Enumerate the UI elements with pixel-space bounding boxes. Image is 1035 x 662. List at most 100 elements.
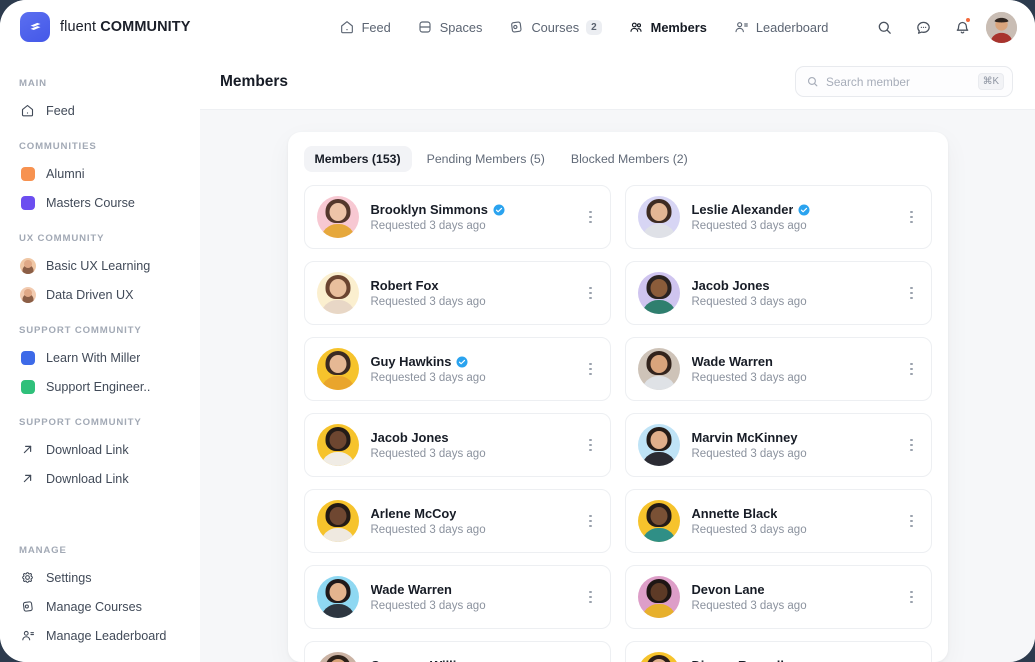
member-options-menu-icon[interactable] — [580, 204, 602, 230]
sidebar-item-download-link-2[interactable]: Download Link — [0, 464, 200, 493]
tab-pending-members[interactable]: Pending Members (5) — [416, 146, 556, 172]
notifications-button[interactable] — [947, 12, 977, 42]
sidebar-item-alumni[interactable]: Alumni — [0, 159, 200, 188]
member-avatar — [317, 424, 359, 466]
member-card[interactable]: Annette Black Requested 3 days ago — [625, 489, 932, 553]
nav-item-members[interactable]: Members — [628, 19, 707, 35]
sidebar-item-settings[interactable]: Settings — [0, 563, 200, 592]
member-card[interactable]: Marvin McKinneyRequested 3 days ago — [625, 413, 932, 477]
member-request-meta: Requested 3 days ago — [692, 524, 889, 536]
member-name: Wade Warren — [692, 354, 773, 369]
sidebar-item-basic-ux-learning[interactable]: Basic UX Learning — [0, 251, 200, 280]
member-card[interactable]: Robert FoxRequested 3 days ago — [304, 261, 611, 325]
member-name: Devon Lane — [692, 582, 765, 597]
member-card[interactable]: Dianne RussellRequested 3 days ago — [625, 641, 932, 662]
member-card[interactable]: Arlene McCoyRequested 3 days ago — [304, 489, 611, 553]
avatar-face — [650, 203, 667, 221]
members-scroll-area[interactable]: Members (153) Pending Members (5) Blocke… — [200, 110, 1035, 662]
sidebar-item-label: Alumni — [46, 167, 85, 181]
member-card[interactable]: Cameron WilliamsonRequested 3 days ago — [304, 641, 611, 662]
member-options-menu-icon[interactable] — [901, 280, 923, 306]
tab-blocked-members[interactable]: Blocked Members (2) — [560, 146, 699, 172]
member-card[interactable]: Wade WarrenRequested 3 days ago — [304, 565, 611, 629]
member-options-menu-icon[interactable] — [901, 204, 923, 230]
tab-members[interactable]: Members (153) — [304, 146, 412, 172]
sidebar-group-heading: SUPPORT COMMUNITY — [0, 407, 200, 435]
member-name: Jacob Jones — [692, 278, 770, 293]
member-options-menu-icon[interactable] — [580, 584, 602, 610]
member-info: Dianne RussellRequested 3 days ago — [692, 658, 889, 662]
color-swatch-icon — [19, 194, 36, 211]
nav-item-courses[interactable]: Courses 2 — [508, 19, 601, 35]
avatar-body — [642, 376, 676, 390]
member-name-row: Jacob Jones — [371, 430, 568, 445]
sidebar-item-manage-courses[interactable]: Manage Courses — [0, 592, 200, 621]
sidebar-item-support-engineer[interactable]: Support Engineer.. — [0, 372, 200, 401]
member-card[interactable]: Leslie AlexanderRequested 3 days ago — [625, 185, 932, 249]
nav-item-leaderboard[interactable]: Leaderboard — [733, 19, 829, 35]
member-avatar — [638, 424, 680, 466]
avatar-body — [321, 376, 355, 390]
member-card[interactable]: Jacob Jones Requested 3 days ago — [625, 261, 932, 325]
app-window: fluent COMMUNITY Feed Spaces Courses — [0, 0, 1035, 662]
member-options-menu-icon[interactable] — [901, 584, 923, 610]
member-name: Arlene McCoy — [371, 506, 457, 521]
sidebar-item-masters-course[interactable]: Masters Course — [0, 188, 200, 217]
member-options-menu-icon[interactable] — [580, 356, 602, 382]
member-card[interactable]: Brooklyn SimmonsRequested 3 days ago — [304, 185, 611, 249]
member-name-row: Jacob Jones — [692, 278, 889, 293]
nav-item-label: Spaces — [440, 20, 483, 35]
brand-logo[interactable]: fluent COMMUNITY — [20, 12, 310, 42]
avatar-body — [642, 528, 676, 542]
member-options-menu-icon[interactable] — [580, 280, 602, 306]
sidebar-item-manage-leaderboard[interactable]: Manage Leaderboard — [0, 621, 200, 650]
sidebar-item-label: Settings — [46, 571, 92, 585]
nav-item-label: Members — [651, 20, 707, 35]
nav-item-spaces[interactable]: Spaces — [417, 19, 483, 35]
member-name-row: Annette Black — [692, 506, 889, 521]
nav-item-label: Leaderboard — [756, 20, 829, 35]
sidebar-item-download-link-1[interactable]: Download Link — [0, 435, 200, 464]
brand-name: fluent COMMUNITY — [60, 19, 191, 35]
member-search-box[interactable]: ⌘K — [795, 66, 1013, 97]
sidebar-item-data-driven-ux[interactable]: Data Driven UX — [0, 280, 200, 309]
member-card[interactable]: Jacob JonesRequested 3 days ago — [304, 413, 611, 477]
member-name: Guy Hawkins — [371, 354, 452, 369]
page-title: Members — [220, 73, 288, 91]
member-info: Leslie AlexanderRequested 3 days ago — [692, 202, 889, 232]
avatar-body — [642, 452, 676, 466]
member-info: Marvin McKinneyRequested 3 days ago — [692, 430, 889, 460]
member-name: Cameron Williamson — [371, 658, 498, 662]
member-options-menu-icon[interactable] — [580, 508, 602, 534]
member-options-menu-icon[interactable] — [901, 432, 923, 458]
top-actions — [857, 12, 1017, 43]
member-info: Robert FoxRequested 3 days ago — [371, 278, 568, 308]
member-card[interactable]: Guy HawkinsRequested 3 days ago — [304, 337, 611, 401]
member-card[interactable]: Wade WarrenRequested 3 days ago — [625, 337, 932, 401]
member-options-menu-icon[interactable] — [901, 356, 923, 382]
member-card[interactable]: Devon LaneRequested 3 days ago — [625, 565, 932, 629]
search-input[interactable] — [826, 75, 971, 89]
member-options-menu-icon[interactable] — [580, 432, 602, 458]
member-options-menu-icon[interactable] — [901, 508, 923, 534]
sidebar-item-learn-with-miller[interactable]: Learn With Miller — [0, 343, 200, 372]
search-button[interactable] — [869, 12, 899, 42]
member-request-meta: Requested 3 days ago — [371, 220, 568, 232]
member-avatar — [317, 272, 359, 314]
avatar-face — [650, 279, 667, 297]
sidebar-group-support-community: SUPPORT COMMUNITY Learn With Miller Supp… — [0, 315, 200, 401]
sidebar-spacer — [0, 499, 200, 535]
member-avatar — [638, 348, 680, 390]
member-request-meta: Requested 3 days ago — [692, 296, 889, 308]
member-name: Dianne Russell — [692, 658, 784, 662]
sidebar-group-heading: COMMUNITIES — [0, 131, 200, 159]
nav-item-feed[interactable]: Feed — [339, 19, 391, 35]
members-panel: Members (153) Pending Members (5) Blocke… — [288, 132, 948, 662]
messages-button[interactable] — [908, 12, 938, 42]
member-info: Devon LaneRequested 3 days ago — [692, 582, 889, 612]
user-avatar[interactable] — [986, 12, 1017, 43]
member-name: Marvin McKinney — [692, 430, 798, 445]
members-tabs: Members (153) Pending Members (5) Blocke… — [304, 146, 932, 172]
sidebar-item-feed[interactable]: Feed — [0, 96, 200, 125]
sidebar-group-communities: COMMUNITIES Alumni Masters Course — [0, 131, 200, 217]
